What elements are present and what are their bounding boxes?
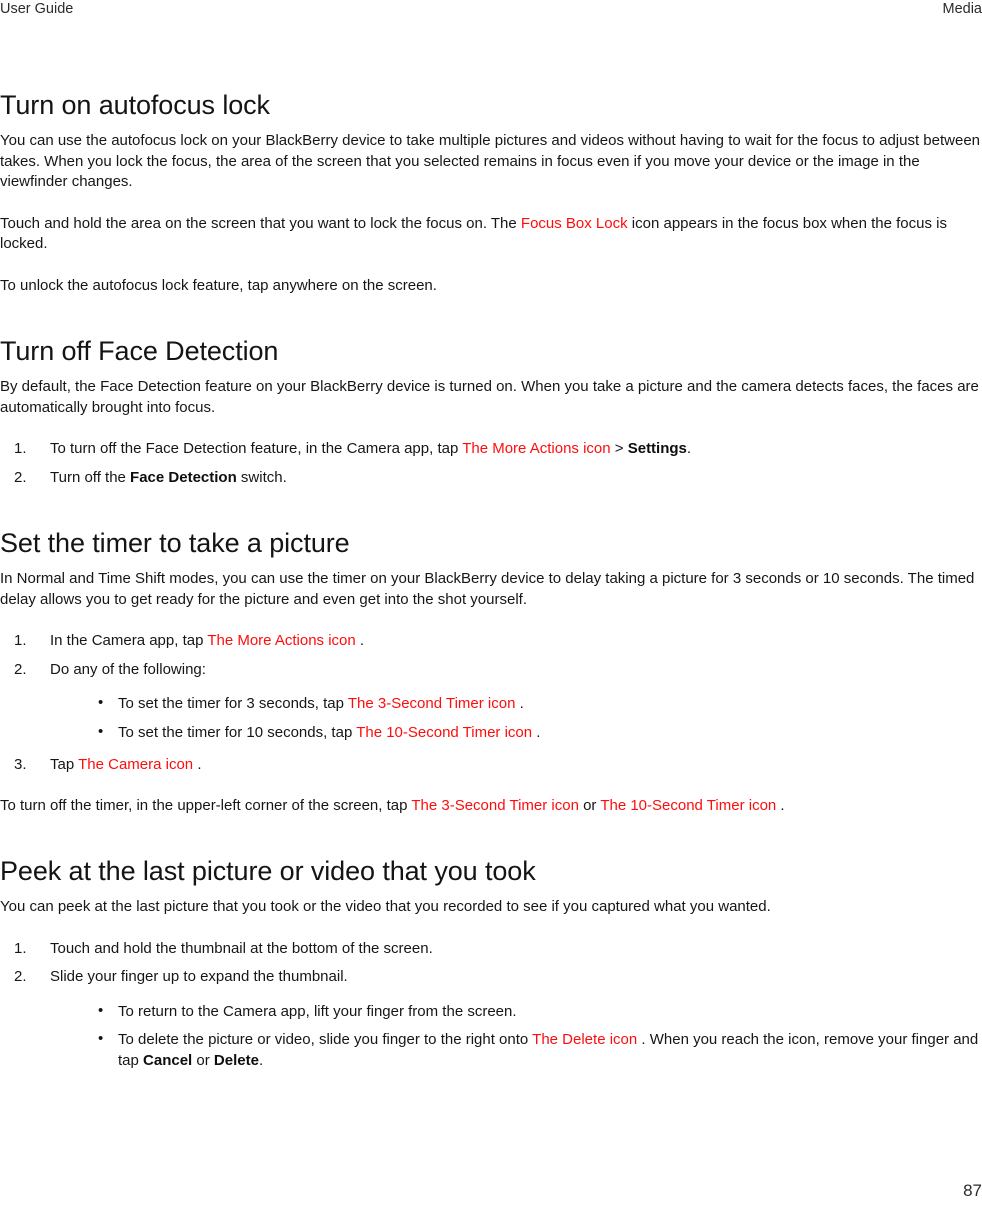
step-text-before: To turn off the Face Detection feature, … (50, 440, 463, 457)
paragraph-text: You can use the autofocus lock on your B… (0, 132, 981, 190)
sub-bullets-timer-options: To set the timer for 3 seconds, tap The … (50, 693, 982, 744)
paragraph-autofocus-touch-hold: Touch and hold the area on the screen th… (0, 214, 982, 255)
step-text-after: . (193, 756, 202, 773)
steps-face-detection: To turn off the Face Detection feature, … (0, 439, 982, 488)
bullet-item: To set the timer for 3 seconds, tap The … (50, 693, 982, 715)
steps-peek-last-picture: Touch and hold the thumbnail at the bott… (0, 939, 982, 1072)
bullet-text-or: or (192, 1051, 214, 1069)
paragraph-text: To unlock the autofocus lock feature, ta… (0, 276, 437, 294)
step-text-after: . (355, 632, 365, 649)
section-heading-autofocus-lock: Turn on autofocus lock (0, 90, 270, 120)
step-separator: > (610, 440, 628, 457)
cancel-button-label: Cancel (143, 1051, 193, 1069)
delete-button-label: Delete (213, 1051, 259, 1069)
document-page: User Guide Media Turn on autofocus lock … (0, 0, 982, 1213)
paragraph-autofocus-intro: You can use the autofocus lock on your B… (0, 131, 982, 193)
bullet-item: To return to the Camera app, lift your f… (50, 1001, 982, 1023)
face-detection-switch-label: Face Detection (130, 468, 237, 486)
step-item: In the Camera app, tap The More Actions … (0, 631, 982, 652)
page-number: 87 (963, 1181, 982, 1200)
paragraph-text-before: Touch and hold the area on the screen th… (0, 214, 521, 232)
paragraph-set-timer-intro: In Normal and Time Shift modes, you can … (0, 569, 982, 610)
bullet-item: To delete the picture or video, slide yo… (50, 1029, 982, 1071)
step-text-after: . (686, 440, 692, 457)
paragraph-text: You can peek at the last picture that yo… (0, 898, 771, 915)
more-actions-icon: The More Actions icon (462, 440, 611, 457)
section-heading-set-timer: Set the timer to take a picture (0, 528, 350, 558)
step-text: Touch and hold the thumbnail at the bott… (50, 939, 433, 957)
step-text: Do any of the following: (50, 660, 206, 678)
document-content: Turn on autofocus lock You can use the a… (0, 88, 982, 1087)
paragraph-text-middle: or (578, 796, 601, 814)
step-text-before: Turn off the (50, 468, 131, 486)
more-actions-icon: The More Actions icon (207, 632, 356, 649)
bullet-text-before: To set the timer for 10 seconds, tap (118, 723, 357, 741)
bullet-text-after: . (258, 1051, 264, 1069)
bullet-text-before: To set the timer for 3 seconds, tap (118, 695, 348, 712)
header-right-label: Media (942, 1, 982, 17)
steps-set-timer: In the Camera app, tap The More Actions … (0, 631, 982, 776)
header-left-label: User Guide (0, 1, 74, 17)
settings-menu-label: Settings (627, 440, 687, 457)
paragraph-turn-off-timer: To turn off the timer, in the upper-left… (0, 796, 982, 817)
three-second-timer-icon: The 3-Second Timer icon (347, 695, 516, 712)
paragraph-face-detection-intro: By default, the Face Detection feature o… (0, 377, 982, 418)
step-text-after: switch. (236, 468, 287, 486)
step-item: Tap The Camera icon . (0, 755, 982, 776)
step-item: To turn off the Face Detection feature, … (0, 439, 982, 460)
three-second-timer-icon: The 3-Second Timer icon (411, 796, 579, 814)
sub-bullets-peek-actions: To return to the Camera app, lift your f… (50, 1001, 982, 1072)
camera-icon: The Camera icon (78, 756, 194, 773)
step-item: Touch and hold the thumbnail at the bott… (0, 939, 982, 960)
paragraph-text: By default, the Face Detection feature o… (0, 378, 979, 416)
paragraph-text: In Normal and Time Shift modes, you can … (0, 570, 975, 608)
paragraph-peek-intro: You can peek at the last picture that yo… (0, 897, 982, 918)
paragraph-text-before: To turn off the timer, in the upper-left… (0, 796, 412, 814)
step-item: Turn off the Face Detection switch. (0, 468, 982, 489)
step-item: Do any of the following: To set the time… (0, 660, 982, 744)
section-heading-face-detection: Turn off Face Detection (0, 336, 279, 366)
bullet-text-after: . (532, 723, 541, 741)
paragraph-text-after: . (776, 796, 785, 814)
step-text-before: Tap (50, 756, 79, 773)
ten-second-timer-icon: The 10-Second Timer icon (356, 723, 533, 741)
section-heading-peek-last-picture: Peek at the last picture or video that y… (0, 856, 536, 886)
bullet-item: To set the timer for 10 seconds, tap The… (50, 722, 982, 744)
step-item: Slide your finger up to expand the thumb… (0, 967, 982, 1071)
running-header: User Guide Media (0, 0, 982, 30)
focus-box-lock-icon: Focus Box Lock (520, 214, 628, 232)
delete-icon: The Delete icon (532, 1031, 638, 1048)
ten-second-timer-icon: The 10-Second Timer icon (600, 796, 777, 814)
paragraph-autofocus-unlock: To unlock the autofocus lock feature, ta… (0, 276, 982, 297)
bullet-text-before: To delete the picture or video, slide yo… (118, 1031, 533, 1048)
bullet-text-after: . (515, 695, 524, 712)
bullet-text: To return to the Camera app, lift your f… (118, 1002, 517, 1020)
step-text-before: In the Camera app, tap (50, 632, 208, 649)
step-text: Slide your finger up to expand the thumb… (50, 968, 348, 985)
